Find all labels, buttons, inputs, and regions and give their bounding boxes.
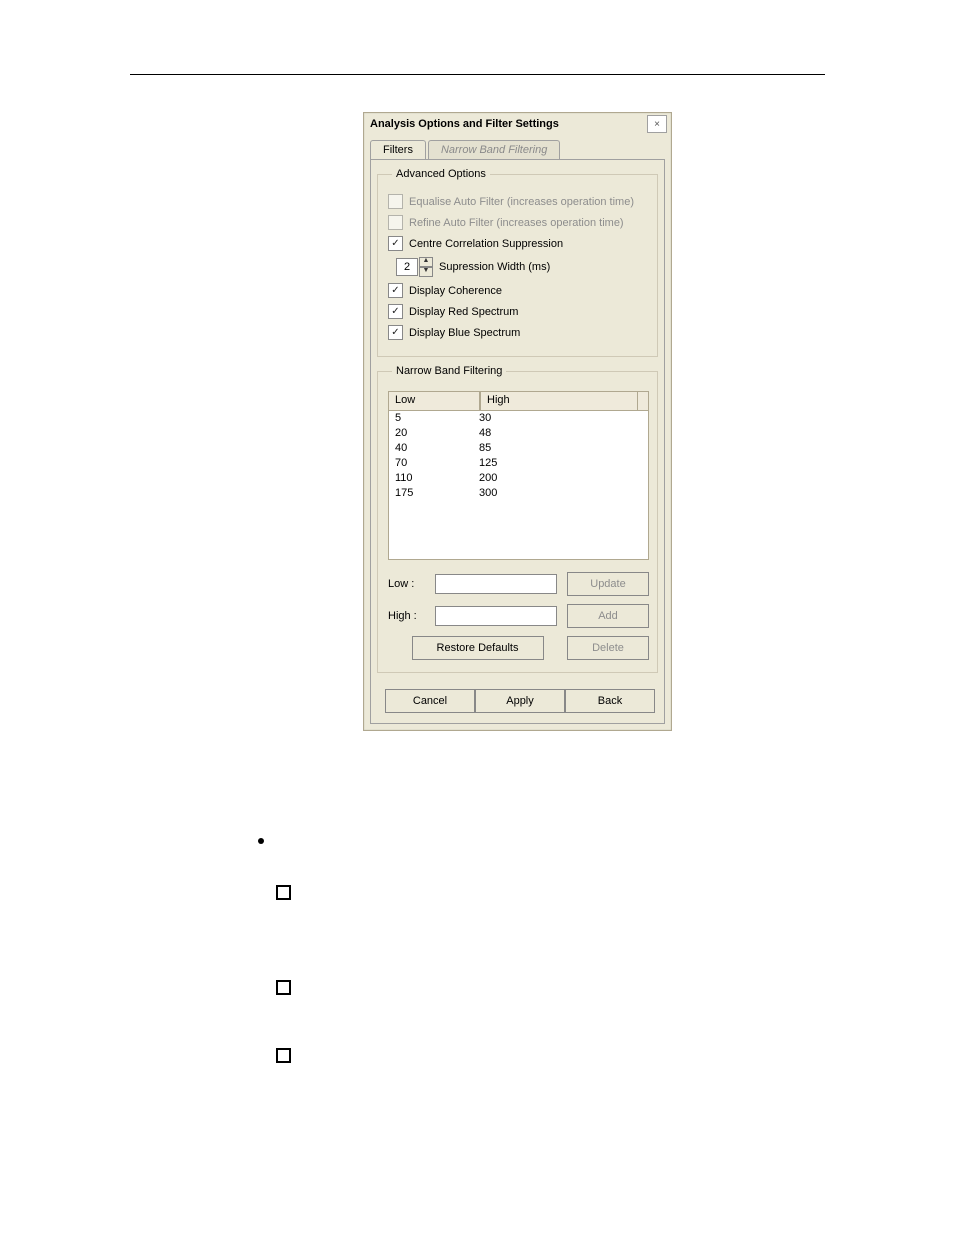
high-input[interactable] bbox=[435, 606, 557, 626]
high-input-label: High : bbox=[388, 610, 432, 622]
advanced-options-legend: Advanced Options bbox=[392, 168, 490, 180]
close-icon[interactable]: × bbox=[647, 115, 667, 133]
equalise-auto-filter-label: Equalise Auto Filter (increases operatio… bbox=[409, 195, 634, 209]
equalise-auto-filter-checkbox[interactable] bbox=[388, 194, 403, 209]
add-button[interactable]: Add bbox=[567, 604, 649, 628]
low-input[interactable] bbox=[435, 574, 557, 594]
display-blue-spectrum-label: Display Blue Spectrum bbox=[409, 326, 520, 340]
update-button[interactable]: Update bbox=[567, 572, 649, 596]
dialog-title: Analysis Options and Filter Settings bbox=[370, 118, 559, 130]
back-button[interactable]: Back bbox=[565, 689, 655, 713]
column-header-blank bbox=[638, 391, 649, 411]
centre-correlation-suppression-label: Centre Correlation Suppression bbox=[409, 237, 563, 251]
restore-defaults-button[interactable]: Restore Defaults bbox=[412, 636, 544, 660]
delete-button[interactable]: Delete bbox=[567, 636, 649, 660]
table-row: 530 bbox=[389, 411, 648, 426]
narrow-band-filtering-legend: Narrow Band Filtering bbox=[392, 365, 506, 377]
table-row: 110200 bbox=[389, 471, 648, 486]
display-blue-spectrum-checkbox[interactable]: ✓ bbox=[388, 325, 403, 340]
display-coherence-label: Display Coherence bbox=[409, 284, 502, 298]
table-row: 70125 bbox=[389, 456, 648, 471]
suppression-width-label: Supression Width (ms) bbox=[439, 260, 550, 274]
suppression-width-input[interactable] bbox=[396, 258, 418, 276]
refine-auto-filter-label: Refine Auto Filter (increases operation … bbox=[409, 216, 624, 230]
column-header-low[interactable]: Low bbox=[388, 391, 480, 411]
suppression-width-stepper[interactable]: ▲ ▼ bbox=[396, 257, 433, 277]
analysis-options-dialog: Analysis Options and Filter Settings × F… bbox=[363, 112, 672, 731]
dialog-footer: Cancel Apply Back bbox=[371, 681, 664, 723]
table-row: 4085 bbox=[389, 441, 648, 456]
display-red-spectrum-label: Display Red Spectrum bbox=[409, 305, 518, 319]
stepper-up-icon[interactable]: ▲ bbox=[419, 257, 433, 267]
narrow-band-table-body[interactable]: 530 2048 4085 70125 110200 175300 bbox=[388, 411, 649, 560]
bullet-disc-icon bbox=[258, 838, 264, 844]
tab-panel: Advanced Options Equalise Auto Filter (i… bbox=[370, 159, 665, 724]
table-row: 175300 bbox=[389, 486, 648, 501]
narrow-band-table: Low High 530 2048 4085 70125 110200 1753… bbox=[388, 391, 649, 560]
tab-narrow-band-filtering[interactable]: Narrow Band Filtering bbox=[428, 140, 560, 159]
display-red-spectrum-checkbox[interactable]: ✓ bbox=[388, 304, 403, 319]
tab-strip: Filters Narrow Band Filtering bbox=[370, 140, 665, 159]
refine-auto-filter-checkbox[interactable] bbox=[388, 215, 403, 230]
display-coherence-checkbox[interactable]: ✓ bbox=[388, 283, 403, 298]
low-input-label: Low : bbox=[388, 578, 432, 590]
tab-filters[interactable]: Filters bbox=[370, 140, 426, 159]
apply-button[interactable]: Apply bbox=[475, 689, 565, 713]
advanced-options-group: Advanced Options Equalise Auto Filter (i… bbox=[377, 168, 658, 357]
table-row: 2048 bbox=[389, 426, 648, 441]
column-header-high[interactable]: High bbox=[480, 391, 638, 411]
cancel-button[interactable]: Cancel bbox=[385, 689, 475, 713]
page-divider bbox=[130, 74, 825, 75]
bullet-square-icon bbox=[276, 1048, 291, 1063]
centre-correlation-suppression-checkbox[interactable]: ✓ bbox=[388, 236, 403, 251]
stepper-down-icon[interactable]: ▼ bbox=[419, 267, 433, 277]
dialog-titlebar: Analysis Options and Filter Settings × bbox=[364, 113, 671, 136]
bullet-square-icon bbox=[276, 885, 291, 900]
narrow-band-filtering-group: Narrow Band Filtering Low High 530 2048 … bbox=[377, 365, 658, 673]
bullet-square-icon bbox=[276, 980, 291, 995]
